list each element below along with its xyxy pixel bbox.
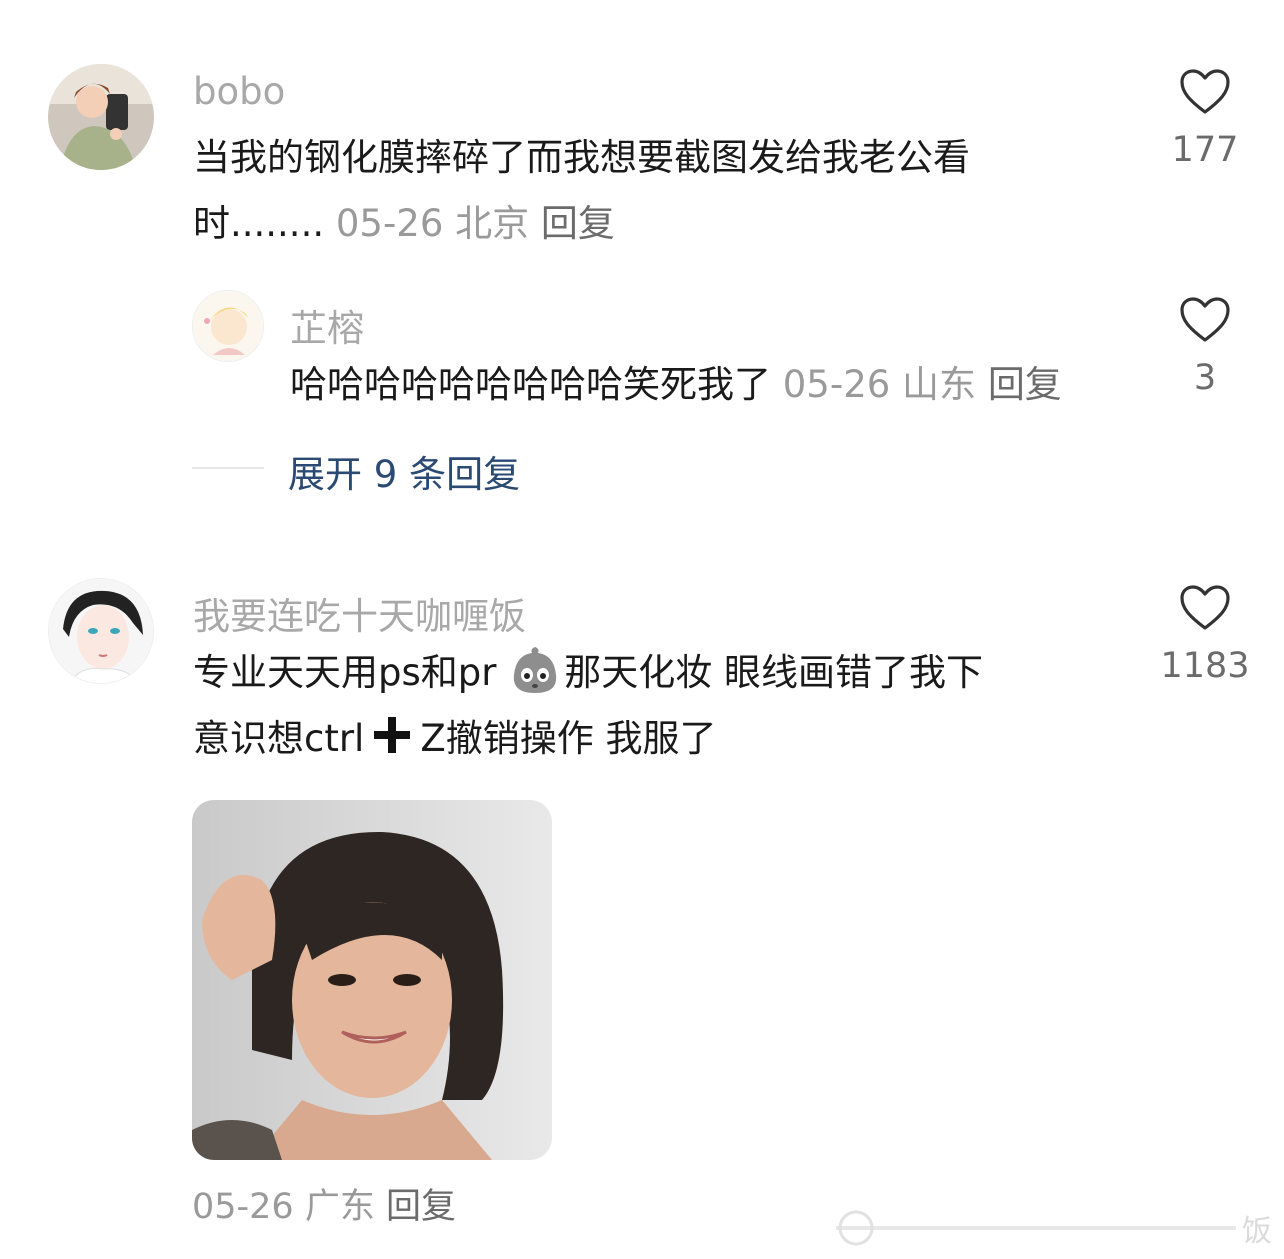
- username[interactable]: 芷榕: [290, 298, 364, 352]
- comment-text: 当我的钢化膜摔碎了而我想要截图发给我老公看 时........ 05-26 北京…: [193, 125, 1093, 257]
- comment-date: 05-26: [335, 202, 444, 245]
- comment-text-line: 专业天天用ps和pr 那天化妆 眼线画错了我下: [193, 640, 1113, 706]
- comment-date: 05-26: [192, 1187, 294, 1227]
- heart-outline-icon: [1180, 69, 1230, 114]
- weibo-logo-icon: [836, 1210, 1236, 1246]
- comment-location: 山东: [902, 363, 977, 406]
- comment-date: 05-26: [782, 363, 891, 406]
- comment-text-line: 时........ 05-26 北京 回复: [193, 191, 1093, 257]
- ghost-bag-emoji-icon: [508, 643, 562, 697]
- heavy-plus-icon: [370, 712, 414, 756]
- comment-text: 哈哈哈哈哈哈哈哈哈笑死我了 05-26 山东 回复: [290, 352, 1130, 418]
- like-count: 3: [1193, 358, 1217, 398]
- comment-text-tail: 时........: [193, 202, 325, 245]
- reply-button[interactable]: 回复: [386, 1187, 456, 1227]
- watermark: 饭: [836, 1204, 1272, 1252]
- like-count: 1183: [1160, 646, 1250, 686]
- watermark-text: 饭: [1242, 1214, 1272, 1249]
- divider: [192, 467, 264, 469]
- expand-replies-button[interactable]: 展开 9 条回复: [288, 444, 520, 498]
- comment-text-segment: 专业天天用ps和pr: [193, 651, 509, 694]
- heart-outline-icon: [1180, 297, 1230, 342]
- comment-text-segment: 意识想ctrl: [193, 717, 365, 760]
- comment-text: 专业天天用ps和pr 那天化妆 眼线画错了我下 意识想ctrl Z撤销操作 我服…: [193, 640, 1113, 772]
- comment-image[interactable]: [192, 800, 552, 1160]
- reply-button[interactable]: 回复: [541, 202, 615, 245]
- comment-text-line: 意识想ctrl Z撤销操作 我服了: [193, 706, 1113, 772]
- comment-location: 北京: [455, 202, 530, 245]
- avatar[interactable]: [192, 290, 264, 362]
- comment-text-segment: Z撤销操作 我服了: [420, 717, 717, 760]
- avatar[interactable]: [48, 64, 154, 170]
- comment-text-content: 哈哈哈哈哈哈哈哈哈笑死我了: [290, 363, 771, 406]
- heart-outline-icon: [1180, 585, 1230, 630]
- comment-location: 广东: [304, 1187, 375, 1227]
- comment-text-line: 当我的钢化膜摔碎了而我想要截图发给我老公看: [193, 136, 970, 179]
- like-button[interactable]: 3: [1150, 296, 1260, 398]
- comment-meta: 05-26 广东 回复: [192, 1178, 456, 1229]
- like-button[interactable]: 177: [1150, 68, 1260, 170]
- like-button[interactable]: 1183: [1150, 584, 1260, 686]
- comment-text-segment: 那天化妆 眼线画错了我下: [564, 651, 983, 694]
- username[interactable]: bobo: [193, 70, 285, 113]
- reply-button[interactable]: 回复: [988, 363, 1062, 406]
- like-count: 177: [1171, 130, 1239, 170]
- avatar[interactable]: [48, 578, 154, 684]
- username[interactable]: 我要连吃十天咖喱饭: [193, 586, 526, 640]
